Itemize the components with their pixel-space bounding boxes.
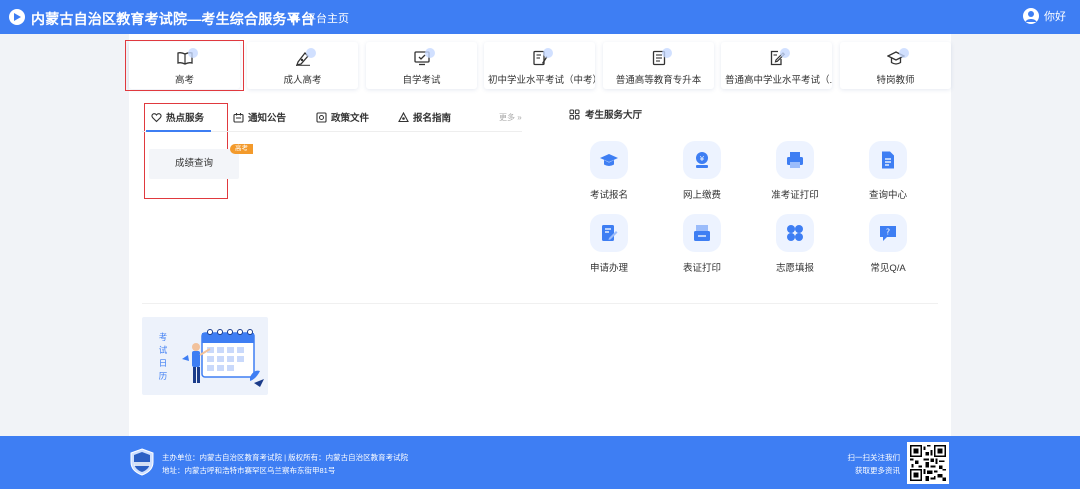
cap-icon: [590, 141, 628, 179]
hall-item-form-print[interactable]: 表证打印: [662, 214, 742, 276]
qr-code[interactable]: [907, 442, 949, 484]
site-title[interactable]: 内蒙古自治区教育考试院—考生综合服务平台: [31, 9, 315, 29]
graduation-cap-icon: [886, 48, 909, 66]
user-menu[interactable]: 你好: [1023, 8, 1066, 24]
exam-calendar-banner[interactable]: 考试日历: [142, 317, 268, 395]
service-hall-title-text: 考生服务大厅: [585, 110, 643, 121]
exam-tab-self-study[interactable]: 自学考试: [366, 42, 477, 89]
hall-item-payment[interactable]: ¥ 网上缴费: [662, 141, 742, 203]
hall-item-label: 准考证打印: [771, 190, 819, 201]
monitor-check-icon: [413, 48, 435, 66]
hall-item-query-center[interactable]: 查询中心: [848, 141, 928, 203]
tab-label: 报名指南: [413, 113, 452, 124]
exam-tab-zhongkao[interactable]: 初中学业水平考试（中考）: [484, 42, 595, 89]
section-divider: [142, 303, 938, 304]
exam-type-badge: 高考: [230, 144, 253, 154]
home-link[interactable]: 平台主页: [289, 10, 349, 26]
exam-category-tabs: 高考 成人高考 自学考试 初中学业水平考试（中考） 普通高等教育专升本 普通高中…: [129, 39, 951, 89]
checklist-pen-icon: [531, 48, 553, 66]
exam-calendar-label: 考试日历: [158, 332, 168, 381]
exam-tab-label: 自学考试: [402, 75, 441, 86]
main-content: 高考 成人高考 自学考试 初中学业水平考试（中考） 普通高等教育专升本 普通高中…: [125, 34, 951, 436]
exam-institute-logo-icon: [130, 448, 154, 476]
footer-address: 地址：内蒙古呼和浩特市赛罕区乌兰察布东街甲81号: [162, 466, 336, 475]
exam-tab-label: 普通高等教育专升本: [615, 75, 702, 86]
pen-nib-icon: [294, 48, 316, 66]
exam-tab-label: 成人高考: [283, 75, 322, 86]
svg-text:¥: ¥: [700, 155, 705, 163]
apply-icon: [590, 214, 628, 252]
exam-tab-label: 普通高中学业水平考试（...: [725, 75, 832, 86]
home-link-label: 平台主页: [305, 13, 349, 25]
payment-icon: ¥: [683, 141, 721, 179]
tab-hot-service[interactable]: 热点服务: [145, 110, 212, 132]
clover-icon: [776, 214, 814, 252]
form-print-icon: [683, 214, 721, 252]
policy-file-icon: [316, 111, 327, 123]
calendar-illustration-icon: [182, 329, 264, 387]
exam-tab-label: 特岗教师: [876, 75, 915, 86]
more-link[interactable]: 更多 »: [499, 112, 522, 123]
hall-item-registration[interactable]: 考试报名: [569, 141, 649, 203]
hall-item-application[interactable]: 申请办理: [569, 214, 649, 276]
follow-line-2: 获取更多资讯: [855, 466, 900, 475]
hall-item-label: 申请办理: [589, 263, 628, 274]
play-logo-icon: [9, 9, 25, 25]
printer-icon: [776, 141, 814, 179]
follow-line-1: 扫一扫关注我们: [847, 453, 901, 462]
exam-tab-upgrade[interactable]: 普通高等教育专升本: [603, 42, 714, 89]
exam-tab-highschool[interactable]: 普通高中学业水平考试（...: [721, 42, 832, 89]
top-header: 内蒙古自治区教育考试院—考生综合服务平台 平台主页 你好: [0, 0, 1080, 34]
guide-icon: [398, 111, 409, 122]
tab-guide[interactable]: 报名指南: [398, 110, 451, 124]
grid-icon: [569, 109, 580, 119]
hall-item-admission-print[interactable]: 准考证打印: [755, 141, 835, 203]
document-lines-icon: [650, 48, 672, 66]
hall-item-label: 考试报名: [589, 190, 628, 201]
score-query-card[interactable]: 成绩查询 高考: [149, 144, 253, 179]
user-greeting: 你好: [1044, 11, 1066, 23]
hall-item-label: 查询中心: [868, 190, 907, 201]
svg-text:?: ?: [886, 228, 890, 237]
user-avatar-icon: [1023, 8, 1039, 24]
hall-item-label: 网上缴费: [682, 190, 721, 201]
exam-tab-label: 初中学业水平考试（中考）: [488, 75, 595, 86]
heart-tag-icon: [151, 112, 162, 122]
tab-notices[interactable]: 通知公告: [233, 110, 286, 124]
hall-item-label: 志愿填报: [775, 263, 814, 274]
tab-label: 通知公告: [248, 113, 287, 124]
hall-item-label: 表证打印: [682, 263, 721, 274]
footer-info: 主办单位：内蒙古自治区教育考试院 | 版权所有：内蒙古自治区教育考试院 地址：内…: [162, 451, 408, 477]
hall-item-label: 常见Q/A: [870, 263, 906, 274]
info-tabs: 热点服务 通知公告 政策文件 报名指南 更多 »: [142, 106, 522, 132]
exam-tab-adult[interactable]: 成人高考: [247, 42, 358, 89]
edit-document-icon: [768, 48, 790, 66]
search-doc-icon: [869, 141, 907, 179]
highlight-frame-gaokao: [125, 40, 244, 91]
page-footer: 主办单位：内蒙古自治区教育考试院 | 版权所有：内蒙古自治区教育考试院 地址：内…: [0, 436, 1080, 489]
tab-label: 热点服务: [166, 113, 205, 124]
hall-item-volunteer[interactable]: 志愿填报: [755, 214, 835, 276]
tab-policy[interactable]: 政策文件: [316, 110, 369, 124]
qr-code-icon: [910, 445, 946, 481]
exam-tab-special-teacher[interactable]: 特岗教师: [840, 42, 951, 89]
home-icon: [289, 13, 300, 23]
qa-icon: ?: [869, 214, 907, 252]
service-hall-title: 考生服务大厅: [569, 107, 642, 121]
service-card-label: 成绩查询: [174, 158, 213, 169]
hall-item-faq[interactable]: ? 常见Q/A: [848, 214, 928, 276]
tab-label: 政策文件: [331, 113, 370, 124]
notice-icon: [233, 112, 244, 123]
footer-sponsor: 主办单位：内蒙古自治区教育考试院 | 版权所有：内蒙古自治区教育考试院: [162, 453, 409, 462]
follow-us-text: 扫一扫关注我们 获取更多资讯: [848, 451, 901, 477]
